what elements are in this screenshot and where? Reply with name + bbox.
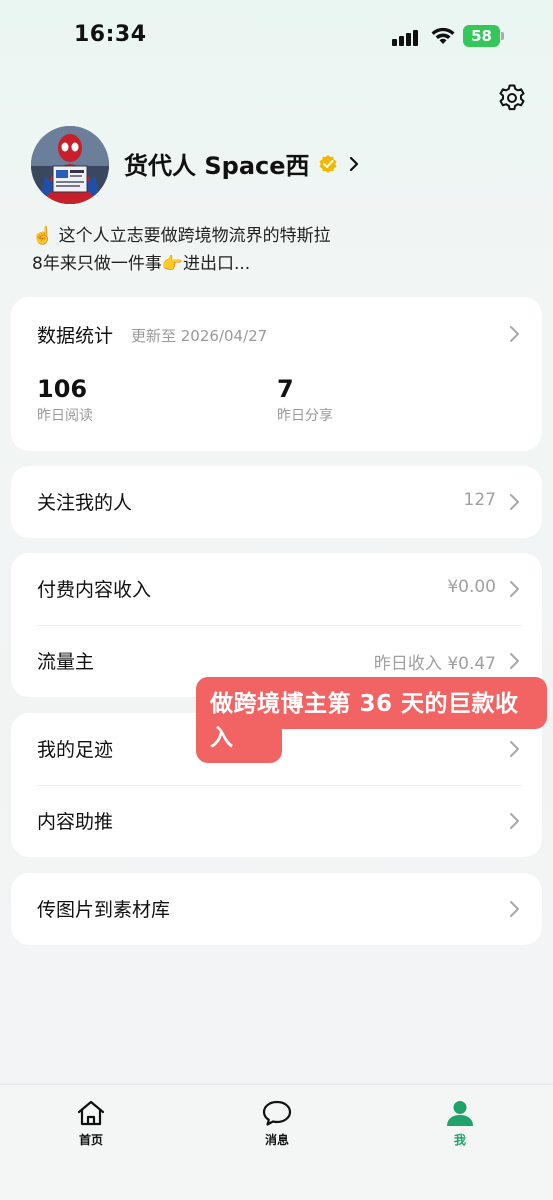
profile-name-row[interactable]: 货代人 Space西 — [124, 146, 360, 181]
upload-card: 传图片到素材库 — [11, 873, 542, 945]
message-icon — [262, 1100, 292, 1126]
income-card: 付费内容收入 ¥0.00 流量主 昨日收入 ¥0.47 — [11, 553, 542, 697]
battery-level: 58 — [463, 25, 500, 47]
chevron-right-icon — [510, 326, 519, 342]
tab-home[interactable]: 首页 — [46, 1099, 136, 1159]
tab-me-label: 我 — [453, 1133, 466, 1147]
upload-to-library-label: 传图片到素材库 — [37, 899, 171, 921]
content-promote-row[interactable]: 内容助推 — [11, 785, 542, 857]
data-stats-card[interactable]: 数据统计 更新至 2026/04/27 106 昨日阅读 7 昨日分享 — [11, 297, 542, 451]
home-icon — [77, 1100, 105, 1126]
status-time: 16:34 — [74, 22, 147, 47]
person-icon — [447, 1101, 473, 1126]
chevron-right-icon — [510, 494, 519, 510]
verified-badge-icon — [319, 154, 337, 173]
bottom-tab-bar: 首页 消息 我 — [0, 1084, 553, 1200]
tab-home-label: 首页 — [78, 1133, 103, 1147]
caption-overlay: 做跨境博主第 36 天的巨款收入 — [196, 677, 547, 763]
paid-income-label: 付费内容收入 — [37, 579, 152, 601]
followers-count: 127 — [463, 490, 496, 510]
traffic-owner-income: 昨日收入 ¥0.47 — [373, 654, 496, 674]
settings-gear-icon[interactable] — [496, 82, 528, 114]
avatar[interactable] — [31, 126, 109, 204]
chevron-right-icon — [349, 156, 358, 171]
traffic-owner-label: 流量主 — [37, 651, 95, 673]
chevron-right-icon — [510, 901, 519, 917]
profile-name: 货代人 Space西 — [124, 152, 310, 180]
yesterday-reads-value: 106 — [37, 375, 88, 403]
content-promote-label: 内容助推 — [37, 811, 114, 833]
paid-income-value: ¥0.00 — [447, 577, 496, 597]
yesterday-shares-label: 昨日分享 — [277, 408, 333, 424]
followers-label: 关注我的人 — [37, 492, 133, 514]
chevron-right-icon — [510, 813, 519, 829]
tab-messages-label: 消息 — [264, 1133, 289, 1147]
stats-updated-date: 更新至 2026/04/27 — [131, 327, 268, 345]
cellular-signal-icon — [392, 28, 422, 46]
bio-line-1: ☝️ 这个人立志要做跨境物流界的特斯拉 — [32, 226, 331, 246]
yesterday-shares-value: 7 — [277, 375, 294, 403]
upload-to-library-row[interactable]: 传图片到素材库 — [11, 873, 542, 945]
yesterday-reads-label: 昨日阅读 — [37, 408, 93, 424]
footprint-label: 我的足迹 — [37, 739, 114, 761]
followers-row[interactable]: 关注我的人 127 — [11, 466, 542, 538]
profile-bio: ☝️ 这个人立志要做跨境物流界的特斯拉 8年来只做一件事👉进出口... — [32, 222, 331, 278]
bio-line-2: 8年来只做一件事👉进出口... — [32, 254, 251, 274]
stats-title: 数据统计 — [37, 325, 114, 347]
caption-text: 做跨境博主第 36 天的巨款收入 — [210, 691, 519, 751]
chevron-right-icon — [510, 581, 519, 597]
tab-messages[interactable]: 消息 — [232, 1099, 322, 1159]
spiderman-avatar-image — [31, 126, 109, 204]
wifi-icon — [431, 27, 455, 44]
tab-me[interactable]: 我 — [415, 1099, 505, 1159]
paid-income-row[interactable]: 付费内容收入 ¥0.00 — [11, 553, 542, 625]
followers-card: 关注我的人 127 — [11, 466, 542, 538]
chevron-right-icon — [510, 653, 519, 669]
status-bar: 16:34 58 — [0, 0, 553, 72]
battery-indicator: 58 — [463, 25, 505, 47]
